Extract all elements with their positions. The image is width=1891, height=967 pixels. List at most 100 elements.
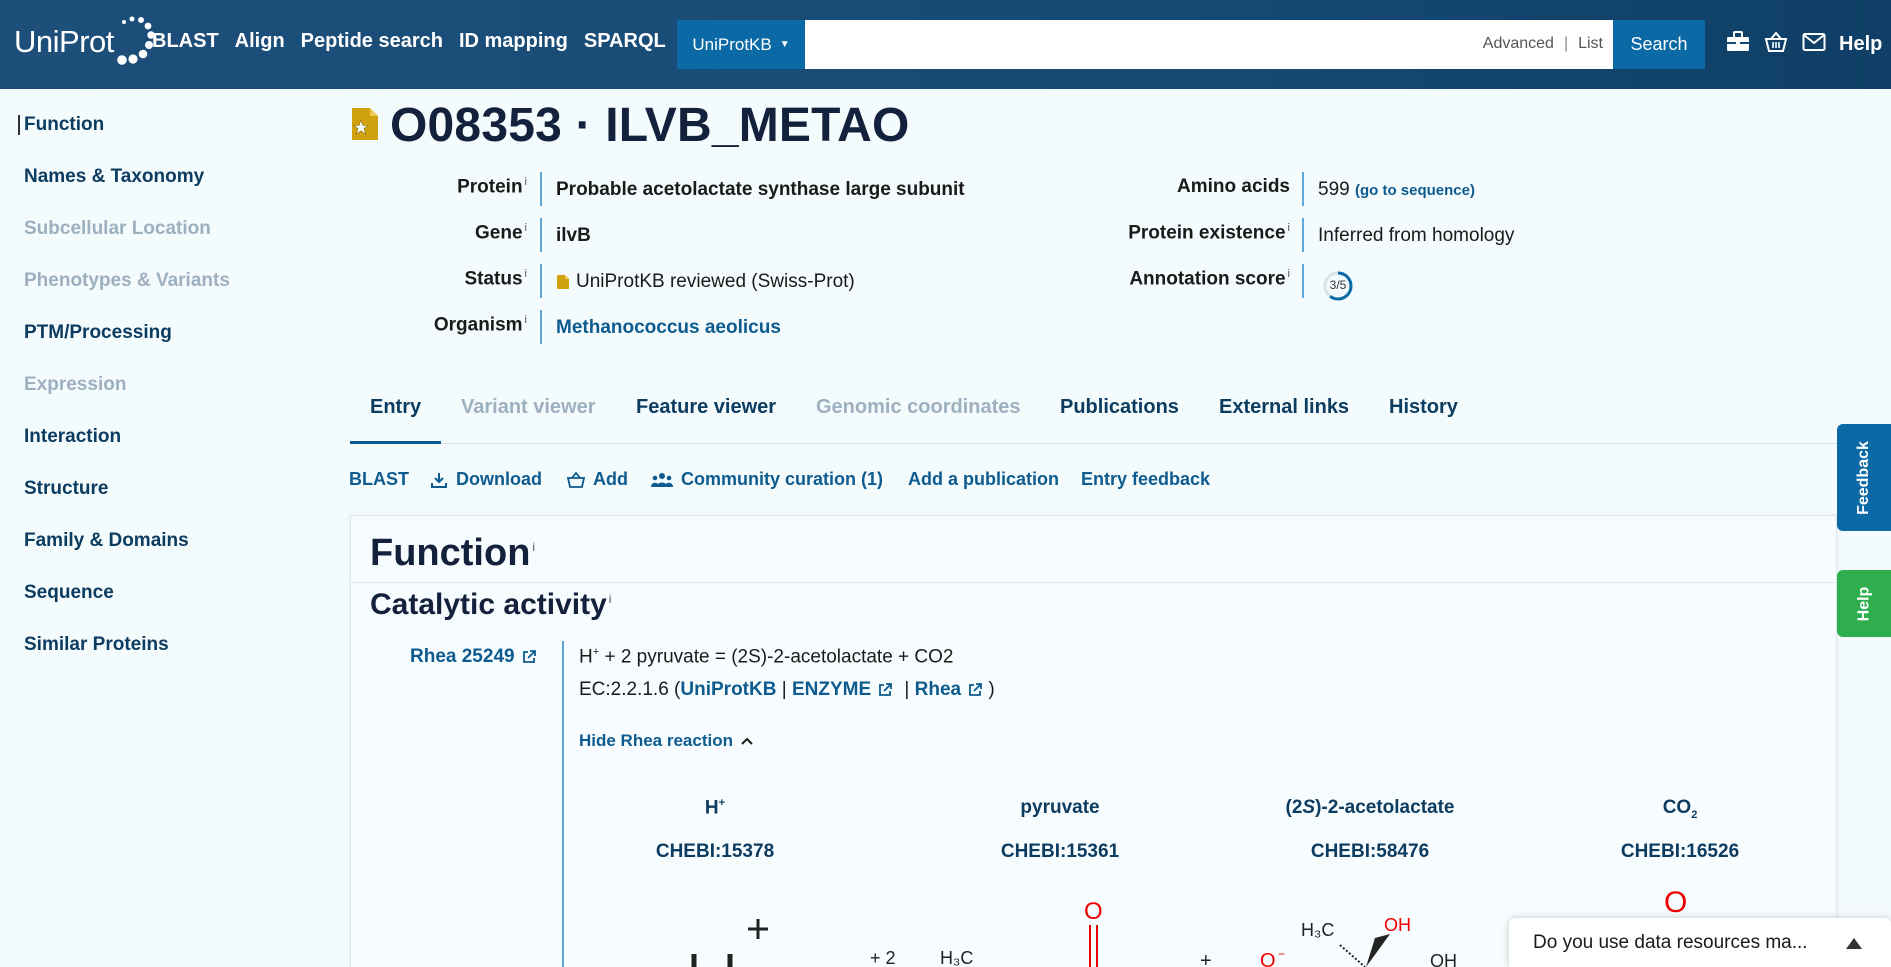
sidebar-item-interaction[interactable]: Interaction <box>24 426 121 448</box>
expand-triangle-icon[interactable] <box>1845 936 1863 950</box>
toolbar-blast[interactable]: BLAST <box>349 469 409 490</box>
protein-label: Protein i <box>420 176 527 198</box>
users-icon <box>651 472 673 487</box>
status-value: UniProtKB reviewed (Swiss-Prot) <box>556 271 855 293</box>
tab-history[interactable]: History <box>1389 396 1458 419</box>
info-icon[interactable]: i <box>609 592 612 606</box>
search-input-area: Advanced | List <box>805 20 1613 69</box>
advanced-search-link[interactable]: Advanced <box>1483 35 1554 53</box>
reaction-rest: + 2 pyruvate = (2S)-2-acetolactate + CO2 <box>599 646 954 668</box>
rhea-link-text: Rhea 25249 <box>410 646 515 667</box>
survey-popup[interactable]: Do you use data resources ma... <box>1509 918 1891 967</box>
organism-label-text: Organism <box>433 314 523 336</box>
feedback-side-tab[interactable]: Feedback <box>1837 424 1891 531</box>
card-divider <box>351 582 1836 583</box>
help-link[interactable]: Help <box>1839 33 1882 56</box>
nav-blast[interactable]: BLAST <box>152 30 219 53</box>
ec-prefix: EC:2.2.1.6 ( <box>579 679 681 700</box>
info-icon[interactable]: i <box>532 540 535 554</box>
chevron-up-icon <box>741 737 753 745</box>
organism-link[interactable]: Methanococcus aeolicus <box>556 317 781 339</box>
nav-align[interactable]: Align <box>235 30 285 53</box>
acetolactate-structure-icon: + O − H₃C OH OH <box>1200 915 1457 967</box>
header-icons <box>1726 31 1826 53</box>
protein-existence-label-text: Protein existence <box>1128 222 1286 244</box>
co2-structure-icon: O <box>1664 886 1687 919</box>
gene-label: Gene i <box>420 222 527 244</box>
participant-name: -2-acetolactate <box>1321 797 1455 818</box>
hide-rhea-reaction-toggle[interactable]: Hide Rhea reaction <box>579 731 753 751</box>
participant-proton[interactable]: H+ <box>650 797 780 819</box>
go-to-sequence-link[interactable]: (go to sequence) <box>1355 182 1475 199</box>
toolbar-entry-feedback[interactable]: Entry feedback <box>1081 469 1210 490</box>
sidebar-item-function[interactable]: Function <box>24 114 104 136</box>
info-divider <box>1302 264 1304 298</box>
info-icon[interactable]: i <box>1288 222 1290 234</box>
hide-rhea-label: Hide Rhea reaction <box>579 731 733 750</box>
nav-sparql[interactable]: SPARQL <box>584 30 666 53</box>
logo-dots-icon <box>117 16 155 65</box>
nav-id-mapping[interactable]: ID mapping <box>459 30 568 53</box>
pyruvate-structure-icon: + 2 H₃C O <box>870 900 1103 967</box>
toolbar-add-publication[interactable]: Add a publication <box>908 469 1059 490</box>
chebi-link[interactable]: CHEBI:15378 <box>640 841 790 863</box>
rhea-reaction-link[interactable]: Rhea 25249 <box>410 646 537 668</box>
sidebar-item-ptm-processing[interactable]: PTM/Processing <box>24 322 172 344</box>
info-icon[interactable]: i <box>525 314 527 326</box>
tab-external-links[interactable]: External links <box>1219 396 1349 419</box>
info-divider <box>540 310 542 344</box>
top-header: UniProt BLAST Align Peptide search ID ma… <box>0 0 1891 89</box>
annotation-score-label: Annotation score i <box>1080 268 1290 290</box>
info-icon[interactable]: i <box>525 176 527 188</box>
chebi-link[interactable]: CHEBI:15361 <box>985 841 1135 863</box>
participant-co2[interactable]: CO2 <box>1620 797 1740 821</box>
tab-entry[interactable]: Entry <box>370 396 421 419</box>
help-side-tab-label: Help <box>1854 586 1872 621</box>
sidebar-item-family-domains[interactable]: Family & Domains <box>24 530 189 552</box>
info-divider <box>540 264 542 298</box>
uniprot-logo[interactable]: UniProt <box>14 14 156 70</box>
toolbar-add[interactable]: Add <box>567 469 628 490</box>
toolbar-community-curation[interactable]: Community curation (1) <box>651 469 883 490</box>
participant-name: H <box>704 797 719 819</box>
tab-genomic-coordinates: Genomic coordinates <box>816 396 1021 418</box>
nav-peptide-search[interactable]: Peptide search <box>301 30 443 53</box>
ec-uniprot-link[interactable]: UniProtKB <box>680 679 776 701</box>
participant-pyruvate[interactable]: pyruvate <box>980 797 1140 819</box>
participant-acetolactate[interactable]: (2S)-2-acetolactate <box>1270 797 1470 819</box>
help-side-tab[interactable]: Help <box>1837 570 1891 637</box>
ec-enzyme-link[interactable]: ENZYME <box>792 679 871 701</box>
basket-icon[interactable] <box>1764 31 1788 53</box>
ec-rhea-link[interactable]: Rhea <box>915 679 961 701</box>
toolbox-icon[interactable] <box>1726 31 1750 53</box>
logo-text: UniProt <box>14 24 114 59</box>
chebi-link[interactable]: CHEBI:58476 <box>1295 841 1445 863</box>
proton-structure-icon <box>691 919 768 967</box>
chebi-link[interactable]: CHEBI:16526 <box>1605 841 1755 863</box>
toolbar-download[interactable]: Download <box>430 469 542 490</box>
info-icon[interactable]: i <box>1288 268 1290 280</box>
svg-text:H₃C: H₃C <box>1301 920 1334 940</box>
tab-feature-viewer[interactable]: Feature viewer <box>636 396 776 419</box>
sidebar-item-names-taxonomy[interactable]: Names & Taxonomy <box>24 166 204 188</box>
svg-text:O: O <box>1084 900 1103 925</box>
info-divider <box>1302 172 1304 206</box>
list-search-link[interactable]: List <box>1578 35 1603 53</box>
protein-existence-label: Protein existence i <box>1080 222 1290 244</box>
info-icon[interactable]: i <box>525 222 527 234</box>
tab-publications[interactable]: Publications <box>1060 396 1179 419</box>
database-select[interactable]: UniProtKB ▼ <box>677 20 805 69</box>
organism-label: Organism i <box>400 314 527 336</box>
protein-value: Probable acetolactate synthase large sub… <box>556 179 965 200</box>
mail-icon[interactable] <box>1802 32 1826 52</box>
gene-label-text: Gene <box>475 222 523 244</box>
sidebar-item-sequence[interactable]: Sequence <box>24 582 114 604</box>
info-icon[interactable]: i <box>525 268 527 280</box>
external-link-icon <box>522 650 536 663</box>
search-button[interactable]: Search <box>1613 20 1705 69</box>
ec-number-line: EC:2.2.1.6 ( UniProtKB | ENZYME | Rhea ) <box>579 679 995 701</box>
ec-suffix: ) <box>983 679 995 700</box>
sidebar-item-structure[interactable]: Structure <box>24 478 108 500</box>
sidebar-item-similar-proteins[interactable]: Similar Proteins <box>24 634 169 656</box>
status-label-text: Status <box>464 268 523 290</box>
